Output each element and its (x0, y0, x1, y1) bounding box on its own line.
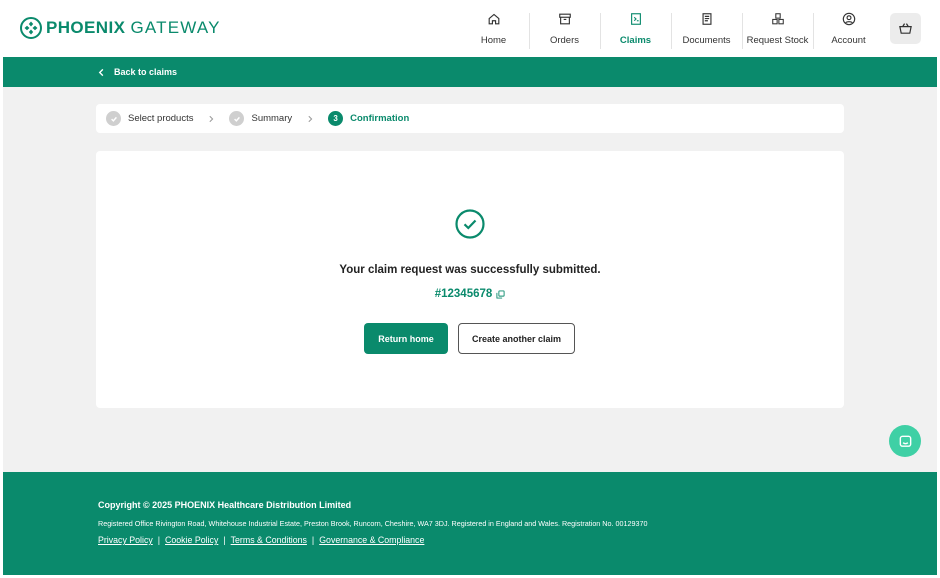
footer-links: Privacy Policy | Cookie Policy | Terms &… (98, 535, 424, 545)
nav-item-home[interactable]: Home (458, 3, 529, 57)
subheader-bar: Back to claims (3, 57, 937, 87)
basket-button[interactable] (890, 13, 921, 44)
chevron-right-icon (209, 115, 214, 122)
back-label: Back to claims (114, 67, 178, 77)
claims-document-icon (630, 13, 641, 25)
step-complete-badge (229, 111, 245, 126)
cookie-policy-link[interactable]: Cookie Policy (165, 535, 218, 545)
checkmark-icon (234, 116, 240, 122)
nav-label: Documents (682, 35, 731, 46)
governance-compliance-link[interactable]: Governance & Compliance (319, 535, 424, 545)
create-another-claim-button[interactable]: Create another claim (458, 323, 575, 354)
step-label: Confirmation (350, 113, 410, 124)
nav-item-account[interactable]: Account (813, 3, 884, 57)
chat-launcher-button[interactable] (889, 425, 921, 457)
step-number-badge: 3 (328, 111, 344, 126)
claim-stepper: Select products Summary 3 Confirmation (96, 104, 844, 133)
step-summary: Summary (229, 111, 292, 126)
claim-reference: #12345678 (96, 288, 844, 300)
nav-label: Orders (549, 35, 580, 46)
link-separator: | (311, 535, 315, 545)
nav-label: Home (480, 35, 507, 46)
chat-icon (899, 435, 911, 447)
nav-item-orders[interactable]: Orders (529, 3, 600, 57)
claim-reference-number: #12345678 (434, 288, 493, 300)
step-select-products: Select products (106, 111, 193, 126)
copyright-text: Copyright © 2025 PHOENIX Healthcare Dist… (98, 500, 352, 510)
success-message: Your claim request was successfully subm… (339, 264, 601, 276)
privacy-policy-link[interactable]: Privacy Policy (98, 535, 153, 545)
basket-icon (899, 23, 912, 34)
chevron-left-icon (98, 68, 104, 76)
nav-item-documents[interactable]: Documents (671, 3, 742, 57)
phoenix-logo-icon (20, 17, 42, 39)
success-check-circle-icon (455, 209, 485, 239)
documents-icon (701, 13, 712, 25)
step-complete-badge (106, 111, 121, 126)
step-label: Select products (128, 113, 194, 124)
step-label: Summary (251, 113, 293, 124)
stacked-boxes-icon (771, 13, 784, 25)
nav-item-claims[interactable]: Claims (600, 3, 671, 57)
registered-office-text: Registered Office Rivington Road, Whiteh… (98, 519, 648, 528)
nav-item-request-stock[interactable]: Request Stock (742, 3, 813, 57)
checkmark-icon (110, 116, 117, 122)
nav-label: Claims (619, 35, 652, 46)
terms-conditions-link[interactable]: Terms & Conditions (231, 535, 307, 545)
user-circle-icon (842, 12, 855, 26)
link-separator: | (223, 535, 226, 545)
copy-icon[interactable] (496, 289, 505, 299)
chevron-right-icon (308, 115, 313, 122)
return-home-button[interactable]: Return home (364, 323, 448, 354)
back-to-claims-link[interactable]: Back to claims (97, 57, 177, 87)
home-icon (488, 13, 499, 25)
confirmation-card: Your claim request was successfully subm… (96, 151, 844, 408)
step-confirmation: 3 Confirmation (328, 111, 409, 126)
top-header: PHOENIX GATEWAY Home Orders Claims Docum… (3, 3, 937, 57)
link-separator: | (157, 535, 161, 545)
app-window: PHOENIX GATEWAY Home Orders Claims Docum… (3, 3, 937, 575)
nav-label: Request Stock (746, 35, 809, 46)
nav-label: Account (831, 35, 866, 46)
site-footer: Copyright © 2025 PHOENIX Healthcare Dist… (3, 472, 937, 575)
brand-name: PHOENIX GATEWAY (46, 18, 221, 37)
archive-box-icon (558, 13, 571, 25)
brand-logo[interactable]: PHOENIX GATEWAY (20, 17, 221, 39)
main-nav: Home Orders Claims Documents Request Sto… (458, 3, 884, 57)
